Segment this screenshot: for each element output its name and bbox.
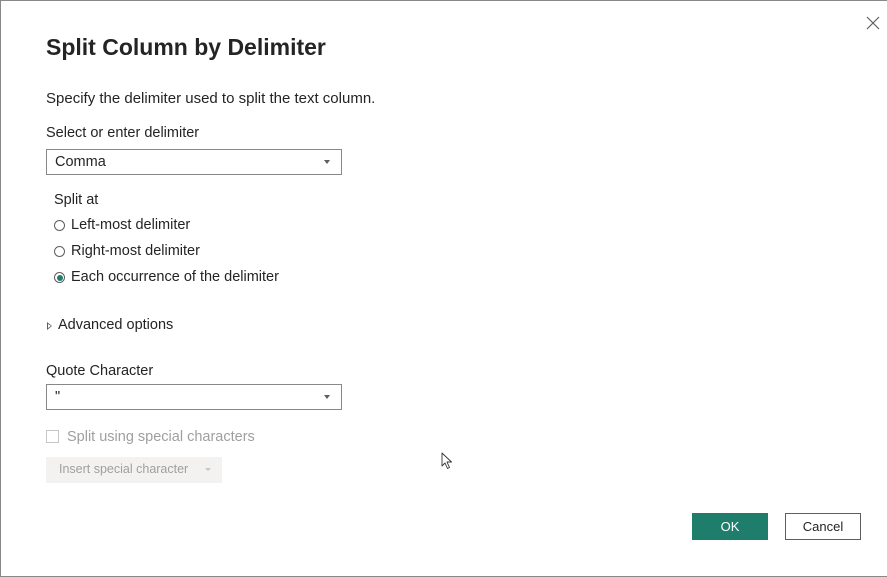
quote-character-select[interactable]: " — [46, 384, 342, 410]
quote-character-value: " — [55, 389, 61, 405]
close-button[interactable] — [863, 13, 883, 33]
radio-button[interactable] — [54, 246, 65, 257]
radio-label: Left-most delimiter — [71, 217, 191, 233]
close-icon[interactable] — [863, 13, 883, 33]
split-column-dialog: Split Column by Delimiter Specify the de… — [0, 0, 887, 577]
chevron-down-icon — [324, 160, 330, 164]
radio-button[interactable] — [54, 220, 65, 231]
delimiter-label: Select or enter delimiter — [46, 125, 200, 141]
split-special-characters-label: Split using special characters — [67, 429, 255, 445]
radio-label: Right-most delimiter — [71, 243, 200, 259]
dialog-title: Split Column by Delimiter — [46, 34, 326, 60]
ok-button[interactable]: OK — [692, 513, 768, 540]
insert-special-character-button: Insert special character — [46, 457, 222, 483]
cancel-button[interactable]: Cancel — [785, 513, 861, 540]
radio-label: Each occurrence of the delimiter — [71, 269, 279, 285]
advanced-options-label: Advanced options — [58, 317, 174, 333]
split-at-label: Split at — [54, 192, 99, 208]
quote-character-label: Quote Character — [46, 363, 154, 379]
triangle-right-icon — [47, 322, 52, 330]
split-special-characters-checkbox — [46, 430, 59, 443]
chevron-down-icon — [324, 395, 330, 399]
delimiter-select-value: Comma — [55, 154, 106, 170]
radio-button-selected[interactable] — [54, 272, 65, 283]
insert-special-character-label: Insert special character — [59, 462, 189, 476]
delimiter-select[interactable]: Comma — [46, 149, 342, 175]
chevron-down-icon — [205, 468, 211, 471]
mouse-pointer-icon — [441, 452, 452, 469]
dialog-description: Specify the delimiter used to split the … — [46, 90, 376, 107]
